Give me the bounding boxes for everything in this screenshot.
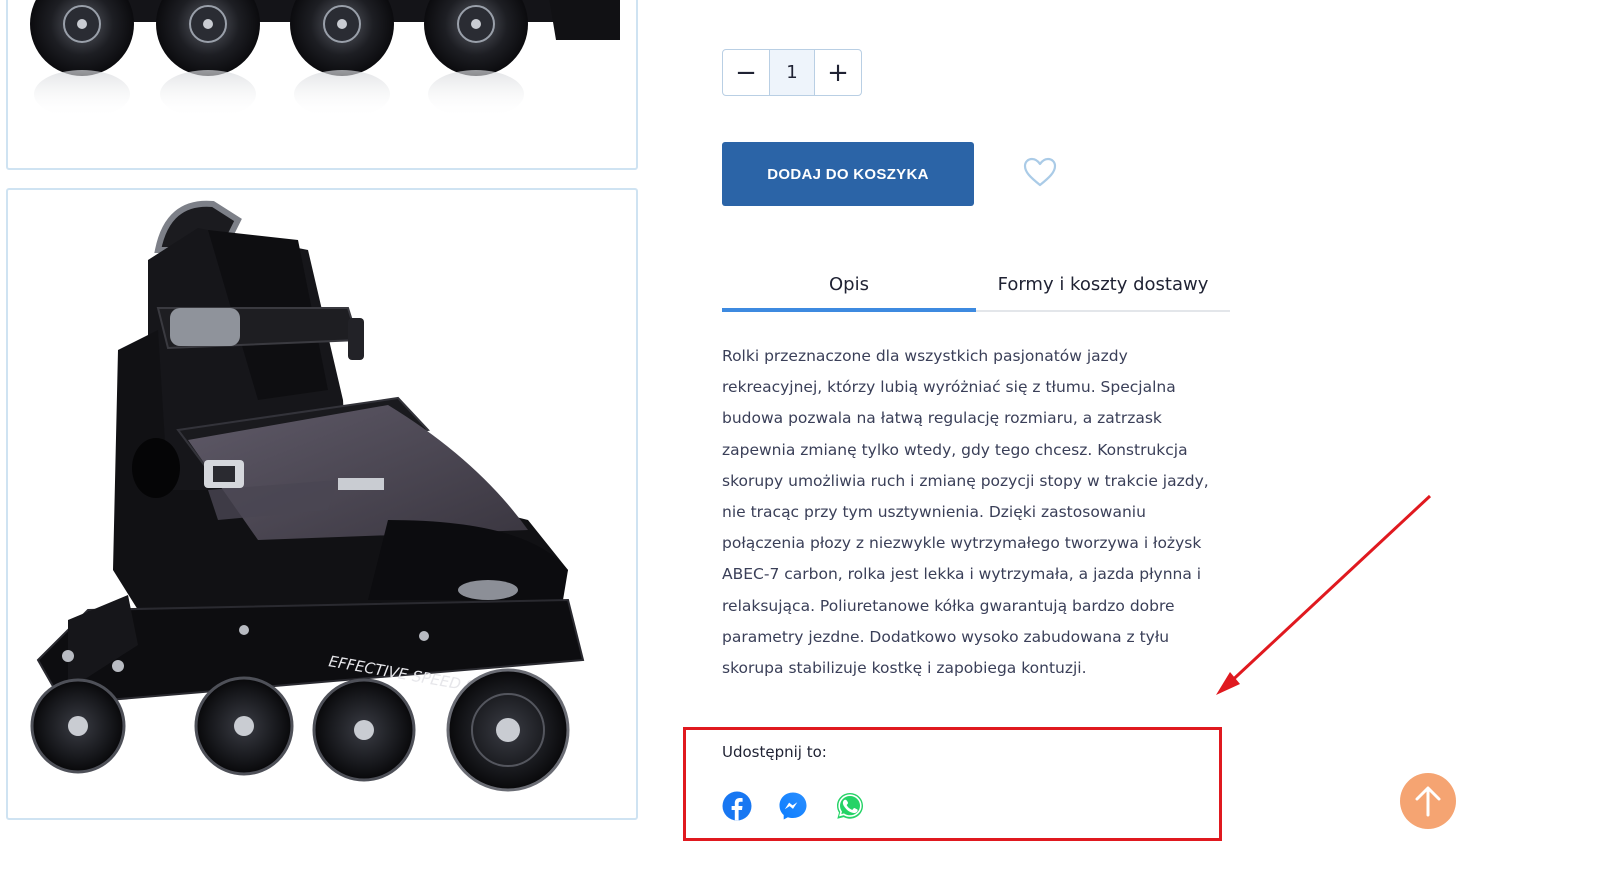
share-label: Udostępnij to: [722,743,827,761]
product-tabs: Opis Formy i koszty dostawy [722,258,1230,312]
description-line: budowa pozwala na łatwą regulację rozmia… [722,409,1162,428]
add-to-cart-button[interactable]: DODAJ DO KOSZYKA [722,142,974,206]
description-line: parametry jezdne. Dodatkowo wysoko zabud… [722,627,1170,646]
quantity-increase-button[interactable]: + [815,50,861,95]
product-description: Rolki przeznaczone dla wszystkich pasjon… [722,341,1222,684]
quantity-input[interactable]: 1 [769,50,815,95]
scroll-to-top-button[interactable] [1400,773,1456,829]
description-line: połączenia płozy z niezwykle wytrzymałeg… [722,534,1202,553]
description-line: zapewnia zmianę tylko wtedy, gdy tego ch… [722,440,1188,459]
description-line: relaksująca. Poliuretanowe kółka gwarant… [722,596,1175,615]
heart-icon [1023,157,1057,187]
wishlist-heart-icon[interactable] [1022,156,1058,188]
quantity-stepper: − 1 + [722,49,862,96]
description-line: ABEC-7 carbon, rolka jest lekka i wytrzy… [722,565,1202,584]
facebook-icon [722,791,752,821]
arrow-up-icon [1415,786,1441,817]
tab-description[interactable]: Opis [722,258,976,312]
tab-shipping[interactable]: Formy i koszty dostawy [976,258,1230,310]
description-line: nie tracąc przy tym usztywnienia. Dzięki… [722,503,1146,522]
description-line: rekreacyjnej, którzy lubią wyróżniać się… [722,378,1176,397]
annotation-arrow [1216,494,1432,695]
quantity-decrease-button[interactable]: − [723,50,769,95]
product-page: EFFECTIVE SPEED SYSTEM − 1 + DODAJ DO KO… [0,0,1600,875]
product-thumbnail-previous[interactable] [6,0,638,170]
messenger-share-button[interactable] [778,791,808,821]
whatsapp-icon [837,793,863,819]
description-line: skorupa stabilizuje kostkę i zapobiega k… [722,659,1087,678]
description-line: skorupy umożliwia ruch i zmianę pozycji … [722,471,1209,490]
description-line: Rolki przeznaczone dla wszystkich pasjon… [722,347,1128,365]
inline-skate-image: EFFECTIVE SPEED SYSTEM [30,200,585,792]
whatsapp-share-button[interactable] [835,791,865,821]
messenger-icon [779,792,807,820]
product-main-image[interactable]: EFFECTIVE SPEED SYSTEM [6,188,638,820]
facebook-share-button[interactable] [722,791,752,821]
inline-skate-wheels-image [30,0,620,118]
